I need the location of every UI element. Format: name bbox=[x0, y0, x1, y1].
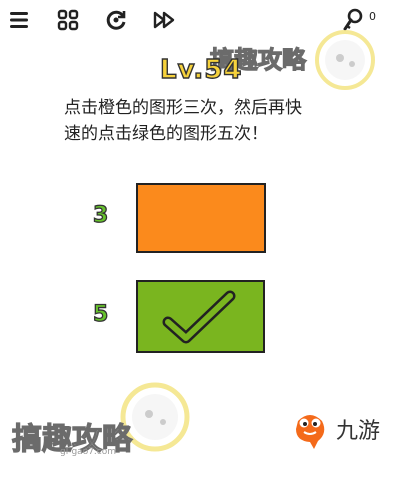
restart-icon[interactable] bbox=[103, 7, 129, 33]
instruction-text: 点击橙色的图形三次，然后再快 速的点击绿色的图形五次！ bbox=[64, 95, 364, 147]
levels-grid-icon[interactable] bbox=[55, 7, 81, 33]
orange-rectangle[interactable] bbox=[136, 183, 266, 253]
jiuyou-mascot-icon bbox=[296, 415, 325, 449]
watermark-badge-top bbox=[315, 30, 375, 90]
green-tap-count: 5 bbox=[92, 301, 109, 327]
green-rectangle[interactable] bbox=[136, 280, 265, 353]
watermark-url: gl-gao7.com bbox=[60, 447, 117, 457]
brand-logo: 九游 bbox=[290, 407, 380, 451]
instruction-line-2: 速的点击绿色的图形五次！ bbox=[64, 124, 268, 144]
orange-tap-count: 3 bbox=[92, 202, 109, 228]
skip-icon[interactable] bbox=[151, 7, 177, 33]
brand-name: 九游 bbox=[336, 419, 381, 444]
menu-icon[interactable] bbox=[6, 7, 32, 33]
level-title: Lv.54 bbox=[159, 54, 243, 85]
instruction-line-1: 点击橙色的图形三次，然后再快 bbox=[64, 98, 302, 118]
checkmark-icon bbox=[162, 290, 236, 344]
